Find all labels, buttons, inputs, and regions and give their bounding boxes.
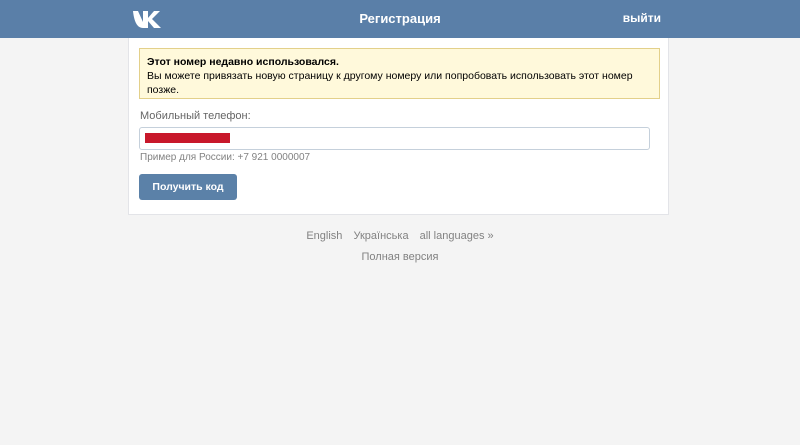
phone-input[interactable] [139,127,650,150]
phone-hint: Пример для России: +7 921 0000007 [140,152,311,163]
phone-redaction-bar [145,133,230,143]
page-title: Регистрация [359,11,441,26]
phone-label: Мобильный телефон: [140,110,251,122]
language-ukrainian-link[interactable]: Українська [353,230,408,242]
registration-card: Этот номер недавно использовался. Вы мож… [128,38,669,215]
warning-notice: Этот номер недавно использовался. Вы мож… [139,48,660,99]
notice-text: Вы можете привязать новую страницу к дру… [147,70,633,96]
language-english-link[interactable]: English [306,230,342,242]
language-links: English Українська all languages » [0,230,800,242]
all-languages-link[interactable]: all languages » [420,230,494,242]
get-code-button[interactable]: Получить код [139,174,237,200]
notice-title: Этот номер недавно использовался. [147,56,339,68]
full-version-row: Полная версия [0,251,800,263]
logout-link[interactable]: выйти [623,11,661,25]
full-version-link[interactable]: Полная версия [362,251,439,263]
top-header-bar: Регистрация выйти [0,0,800,38]
